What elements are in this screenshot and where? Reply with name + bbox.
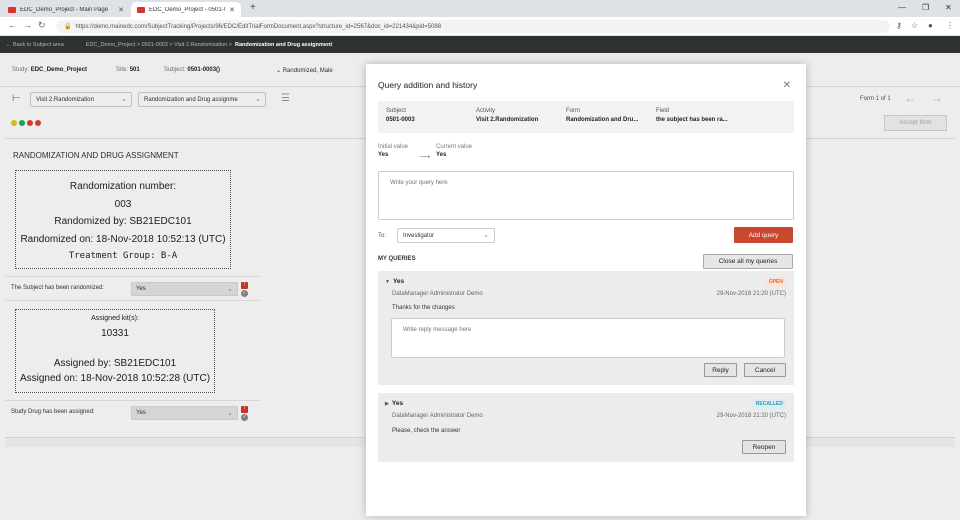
back-icon[interactable]: ← — [8, 20, 17, 30]
query-context: Subject 0501-0003 Activity Visit 2.Rando… — [378, 101, 794, 133]
browser-tab-form[interactable]: EDC_Demo_Project - 0501-0003 ✕ — [131, 2, 241, 17]
add-query-button[interactable]: Add query — [734, 227, 793, 243]
modal-title: Query addition and history — [378, 80, 478, 90]
field-column: Field the subject has been ra... — [656, 108, 728, 123]
breadcrumb-current: Randomization and Drug assignment — [234, 41, 333, 48]
status-badge: OPEN — [765, 277, 786, 287]
form-column: Form Randomization and Dru... — [566, 108, 639, 123]
breadcrumb[interactable]: EDC_Demo_Project > 0501-0003 > Visit 2.R… — [86, 42, 232, 48]
query-input[interactable] — [378, 171, 794, 220]
close-tab-icon[interactable]: ✕ — [118, 6, 124, 14]
star-icon[interactable]: ☆ — [911, 21, 918, 30]
query-item: ▶ Yes RECALLED DataManager Administrator … — [378, 393, 794, 462]
menu-icon[interactable]: ⋮ — [946, 21, 954, 30]
url-field[interactable]: 🔒 https://demo.mainedc.com/SubjectTracki… — [56, 20, 890, 33]
tab-title: EDC_Demo_Project - Main Page — [20, 6, 109, 13]
activity-column: Activity Visit 2.Randomization — [476, 108, 539, 123]
query-time: 29-Nov-2018 21:20 (UTC) — [716, 413, 786, 419]
close-icon[interactable]: ✕ — [783, 80, 791, 91]
app-breadcrumb-bar: ← Back to Subject area EDC_Demo_Project … — [0, 36, 960, 53]
reopen-button[interactable]: Reopen — [742, 440, 786, 454]
new-tab-icon[interactable]: + — [250, 2, 256, 13]
profile-icon[interactable]: ● — [928, 21, 933, 30]
reply-input[interactable] — [391, 318, 785, 358]
close-tab-icon[interactable]: ✕ — [229, 6, 235, 14]
tab-title: EDC_Demo_Project - 0501-0003 — [149, 6, 225, 13]
browser-tab-bar: EDC_Demo_Project - Main Page ✕ EDC_Demo_… — [0, 0, 960, 17]
status-badge: RECALLED — [752, 399, 786, 409]
favicon-icon — [137, 6, 145, 13]
arrow-right-icon: ⟶ — [420, 154, 431, 161]
close-all-queries-button[interactable]: Close all my queries — [703, 254, 793, 269]
query-author: DataManager Administrator Demo — [392, 413, 483, 419]
my-queries-heading: MY QUERIES — [378, 256, 416, 262]
maximize-icon[interactable]: ❐ — [922, 3, 929, 12]
triangle-down-icon: ▼ — [385, 279, 390, 285]
reload-icon[interactable]: ↻ — [38, 20, 46, 31]
query-author: DataManager Administrator Demo — [392, 291, 483, 297]
subject-column: Subject 0501-0003 — [386, 108, 415, 123]
recipient-select[interactable]: Investigator ⌄ — [397, 228, 495, 243]
browser-tab-main[interactable]: EDC_Demo_Project - Main Page ✕ — [2, 2, 130, 17]
to-label: To: — [378, 233, 387, 239]
current-value: Current value Yes — [436, 144, 473, 158]
url-text: https://demo.mainedc.com/SubjectTracking… — [75, 23, 442, 30]
initial-value: Initial value Yes — [378, 144, 409, 158]
favicon-icon — [8, 6, 16, 13]
chevron-down-icon: ⌄ — [483, 232, 489, 239]
back-to-subject-link[interactable]: ← Back to Subject area — [6, 42, 64, 48]
address-bar-row: ← → ↻ 🔒 https://demo.mainedc.com/Subject… — [0, 17, 960, 36]
cancel-button[interactable]: Cancel — [744, 363, 786, 377]
reply-button[interactable]: Reply — [704, 363, 737, 377]
triangle-right-icon: ▶ — [385, 401, 389, 407]
query-message: Please, check the answer — [392, 428, 461, 434]
close-window-icon[interactable]: ✕ — [945, 3, 952, 12]
lock-icon: 🔒 — [64, 24, 72, 30]
query-toggle[interactable]: ▼ Yes — [385, 278, 404, 285]
forward-icon[interactable]: → — [23, 20, 32, 30]
key-icon[interactable]: ⚷ — [896, 21, 902, 30]
query-modal: Query addition and history ✕ Subject 050… — [366, 64, 806, 516]
query-toggle[interactable]: ▶ Yes — [385, 400, 403, 407]
query-item: ▼ Yes OPEN DataManager Administrator Demo… — [378, 271, 794, 385]
minimize-icon[interactable]: — — [898, 3, 906, 12]
query-message: Thanks for the changes — [392, 305, 455, 311]
query-time: 29-Nov-2018 21:20 (UTC) — [716, 291, 786, 297]
